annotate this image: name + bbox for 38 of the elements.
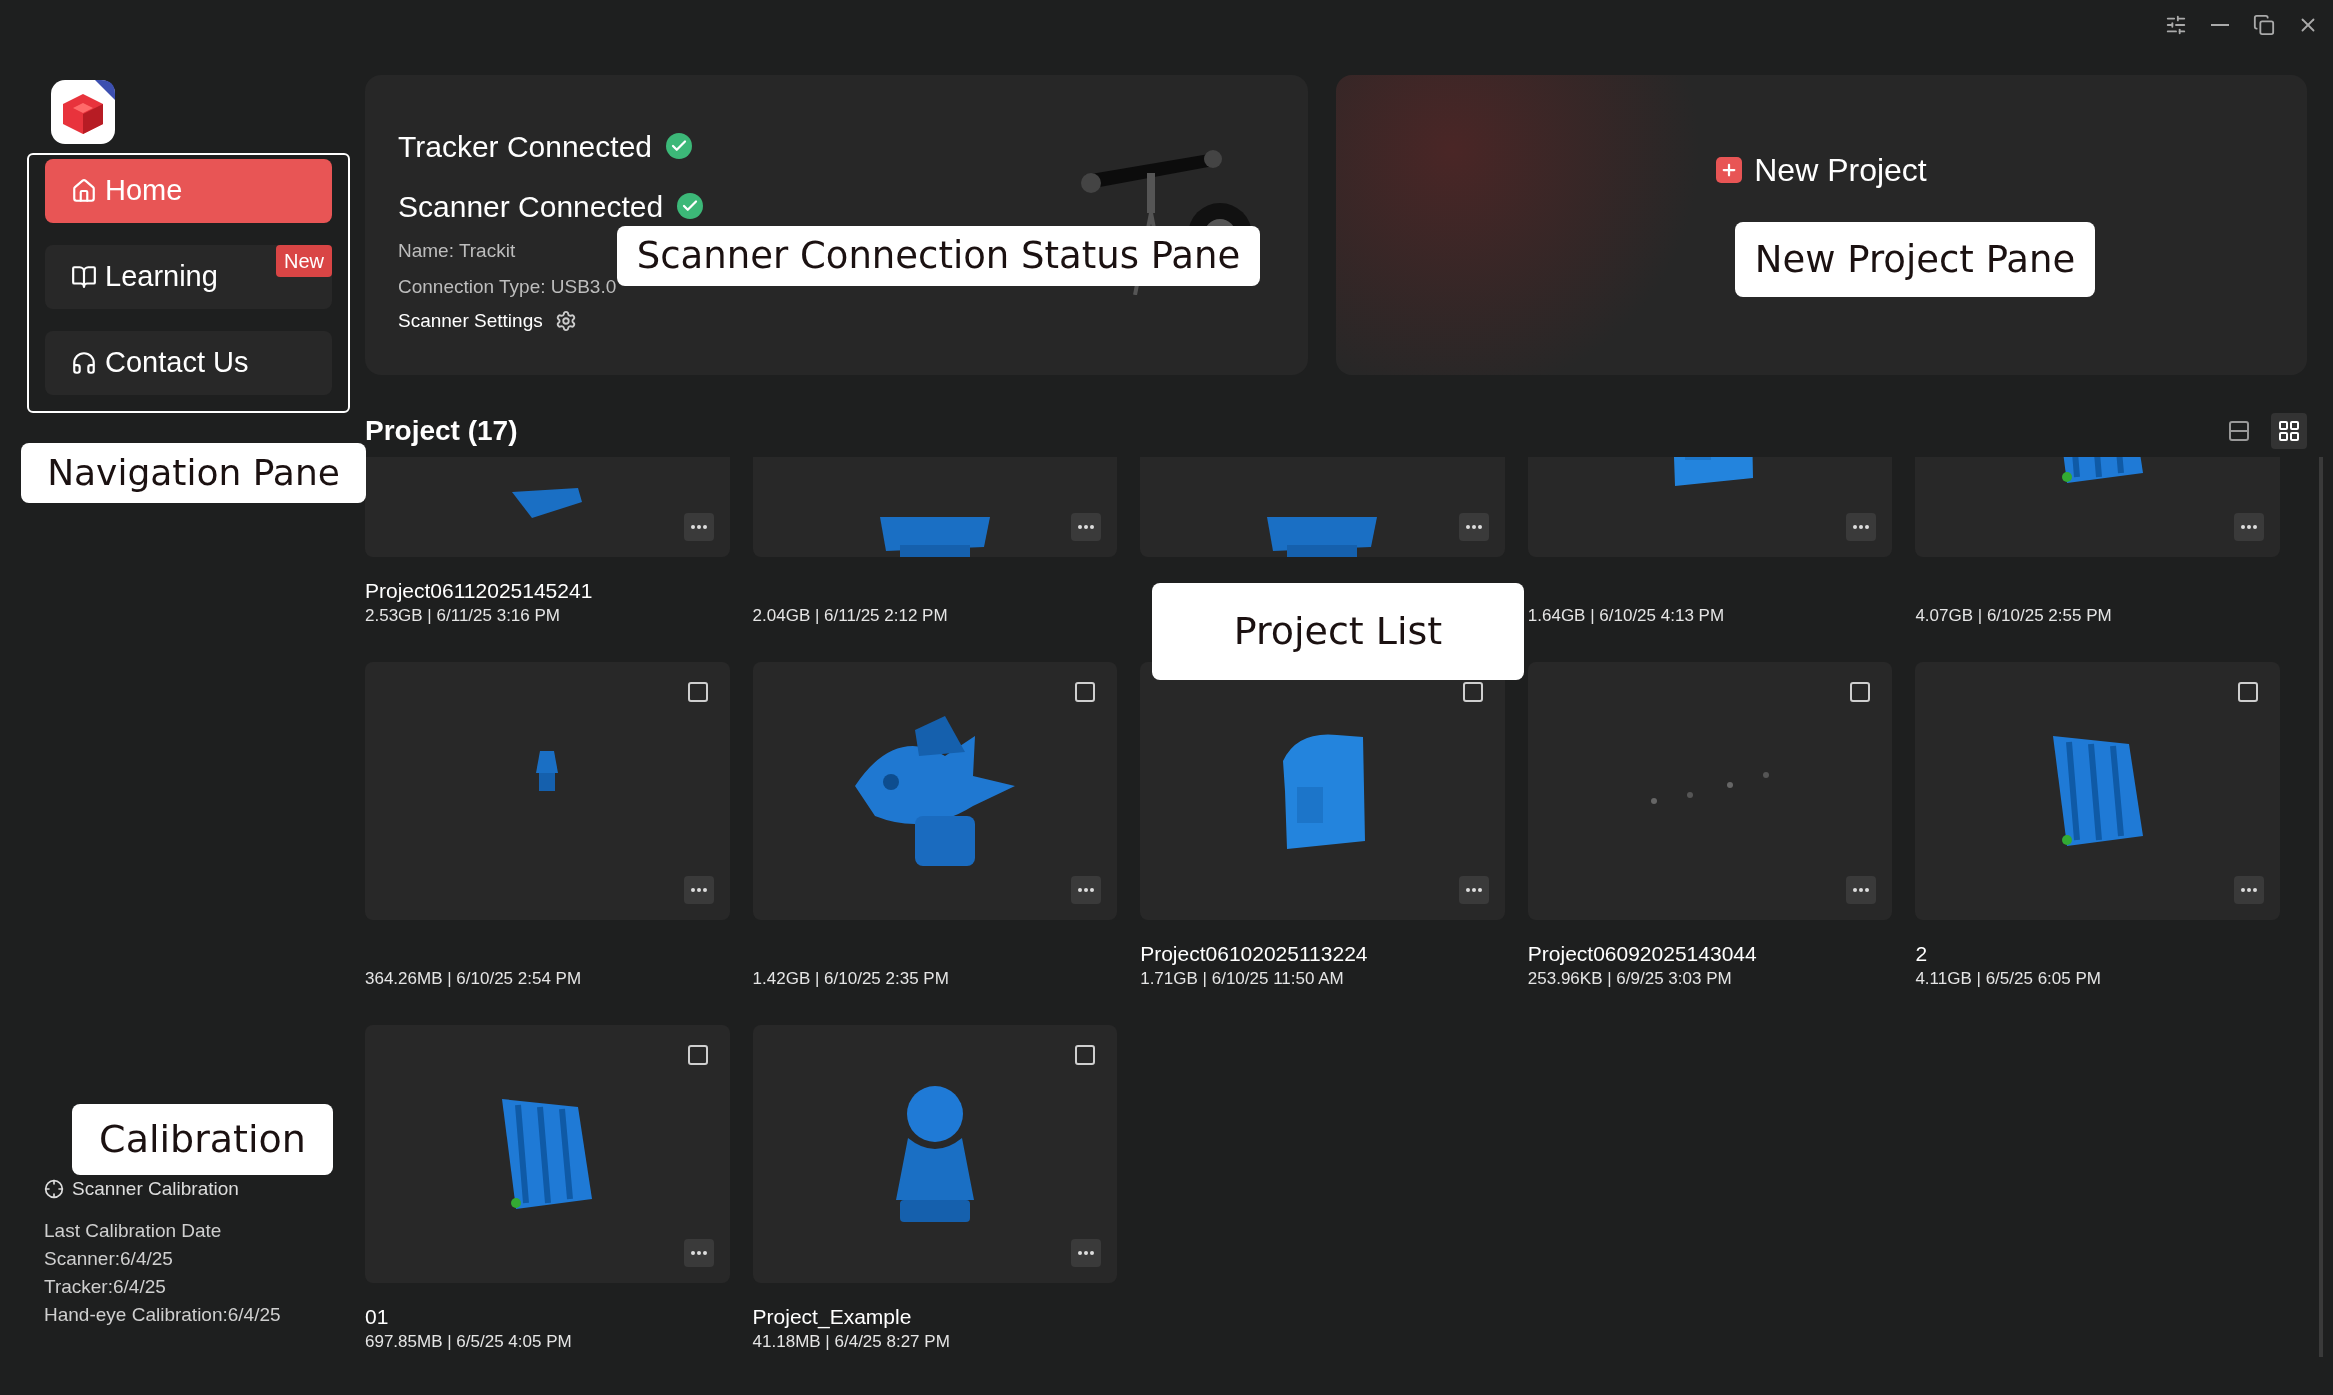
project-meta: 1.42GB | 6/10/25 2:35 PM	[752, 968, 949, 991]
scanner-detail: Connection Type: USB3.0	[398, 275, 617, 299]
project-name: 01	[365, 1306, 389, 1327]
project-meta: 2.04GB | 6/11/25 2:12 PM	[752, 605, 948, 628]
project-meta: 4.11GB | 6/5/25 6:05 PM	[1915, 968, 2101, 991]
project-meta: 697.85MB | 6/5/25 4:05 PM	[365, 1331, 572, 1354]
nav-item[interactable]: Contact Us	[45, 331, 332, 395]
project-count-heading: Project (17)	[365, 414, 518, 448]
project-name: Project06112025145241	[365, 580, 593, 601]
calibration-text: Last Calibration Date	[44, 1219, 223, 1243]
project-name: Project06092025143044	[1527, 943, 1757, 964]
calibration-text: Hand-eye Calibration:6/4/25	[44, 1303, 282, 1327]
status-text: Scanner Connected	[398, 188, 664, 225]
annotation-label: Scanner Connection Status Pane	[617, 226, 1260, 286]
project-meta: 4.07GB | 6/10/25 2:55 PM	[1915, 605, 2112, 628]
new-badge: New	[276, 245, 332, 277]
project-meta: 1.64GB | 6/10/25 4:13 PM	[1527, 605, 1725, 628]
scanner-settings-button[interactable]: Scanner Settings	[398, 307, 577, 336]
project-name: 2	[1915, 943, 1928, 964]
status-text: Tracker Connected	[398, 128, 652, 165]
scanner-detail: Name: Trackit	[398, 239, 516, 263]
project-meta: 253.96KB | 6/9/25 3:03 PM	[1527, 968, 1732, 991]
scanner-calibration-button[interactable]: Scanner Calibration	[44, 1174, 365, 1203]
project-meta: 1.71GB | 6/10/25 11:50 AM	[1140, 968, 1344, 991]
calibration-text: Scanner:6/4/25	[44, 1247, 174, 1271]
nav-item[interactable]: Home	[45, 159, 332, 223]
annotation-label: Navigation Pane	[21, 443, 366, 503]
project-meta: 41.18MB | 6/4/25 8:27 PM	[752, 1331, 950, 1354]
project-name: Project06102025113224	[1140, 943, 1368, 964]
annotation-label: Calibration	[72, 1104, 333, 1175]
annotation-label: Project List	[1152, 583, 1524, 680]
project-meta: 364.26MB | 6/10/25 2:54 PM	[365, 968, 582, 991]
project-meta: 2.53GB | 6/11/25 3:16 PM	[365, 605, 560, 628]
calibration-text: Tracker:6/4/25	[44, 1275, 167, 1299]
project-name: Project_Example	[752, 1306, 912, 1327]
nav-item[interactable]: Learning New	[45, 245, 332, 309]
annotation-label: New Project Pane	[1735, 222, 2095, 297]
new-project-label: New Project	[1754, 151, 1927, 190]
